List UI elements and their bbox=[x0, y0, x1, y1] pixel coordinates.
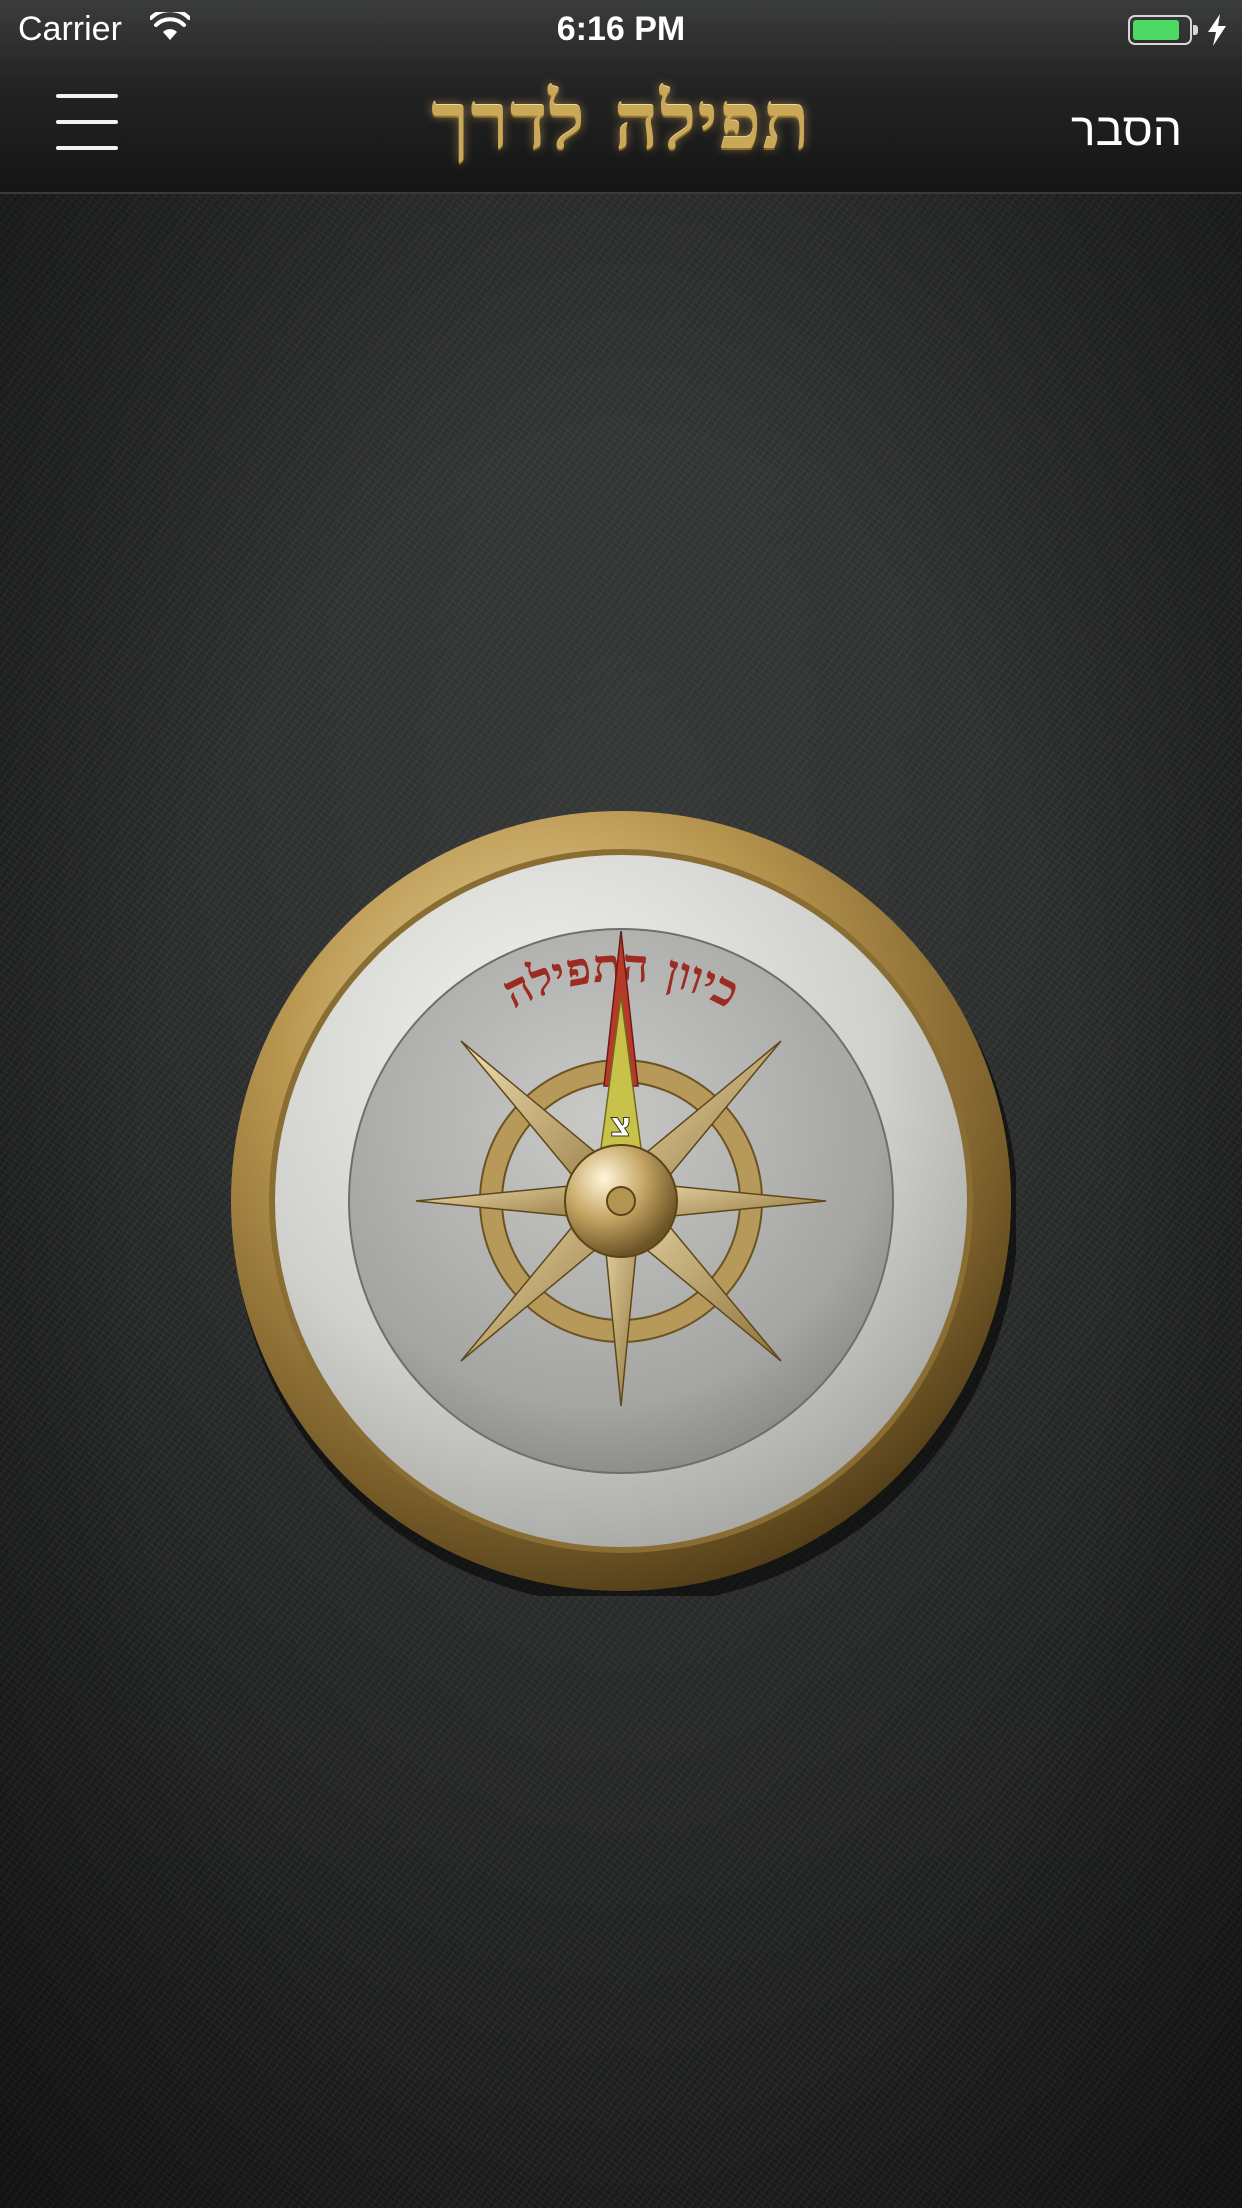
explain-button[interactable]: הסבר bbox=[1071, 102, 1182, 156]
status-time: 6:16 PM bbox=[556, 10, 686, 48]
battery-nub bbox=[1193, 25, 1198, 35]
app-title: תפילה לדרך bbox=[431, 76, 811, 167]
status-bar: Carrier 6:16 PM bbox=[0, 0, 1242, 60]
menu-line bbox=[56, 120, 118, 124]
battery-level bbox=[1133, 20, 1179, 40]
menu-line bbox=[56, 94, 118, 98]
prayer-direction-compass[interactable]: כיוון התפילה צ bbox=[226, 806, 1016, 1596]
menu-line bbox=[56, 146, 118, 150]
top-bar: Carrier 6:16 PM תפילה לדרך הסבר bbox=[0, 0, 1242, 194]
charging-bolt-icon bbox=[1208, 14, 1226, 46]
battery-icon bbox=[1128, 15, 1198, 45]
needle-letter: צ bbox=[610, 1105, 632, 1145]
hamburger-menu-icon[interactable] bbox=[56, 94, 118, 150]
compass-graphic: כיוון התפילה צ bbox=[231, 811, 1016, 1596]
